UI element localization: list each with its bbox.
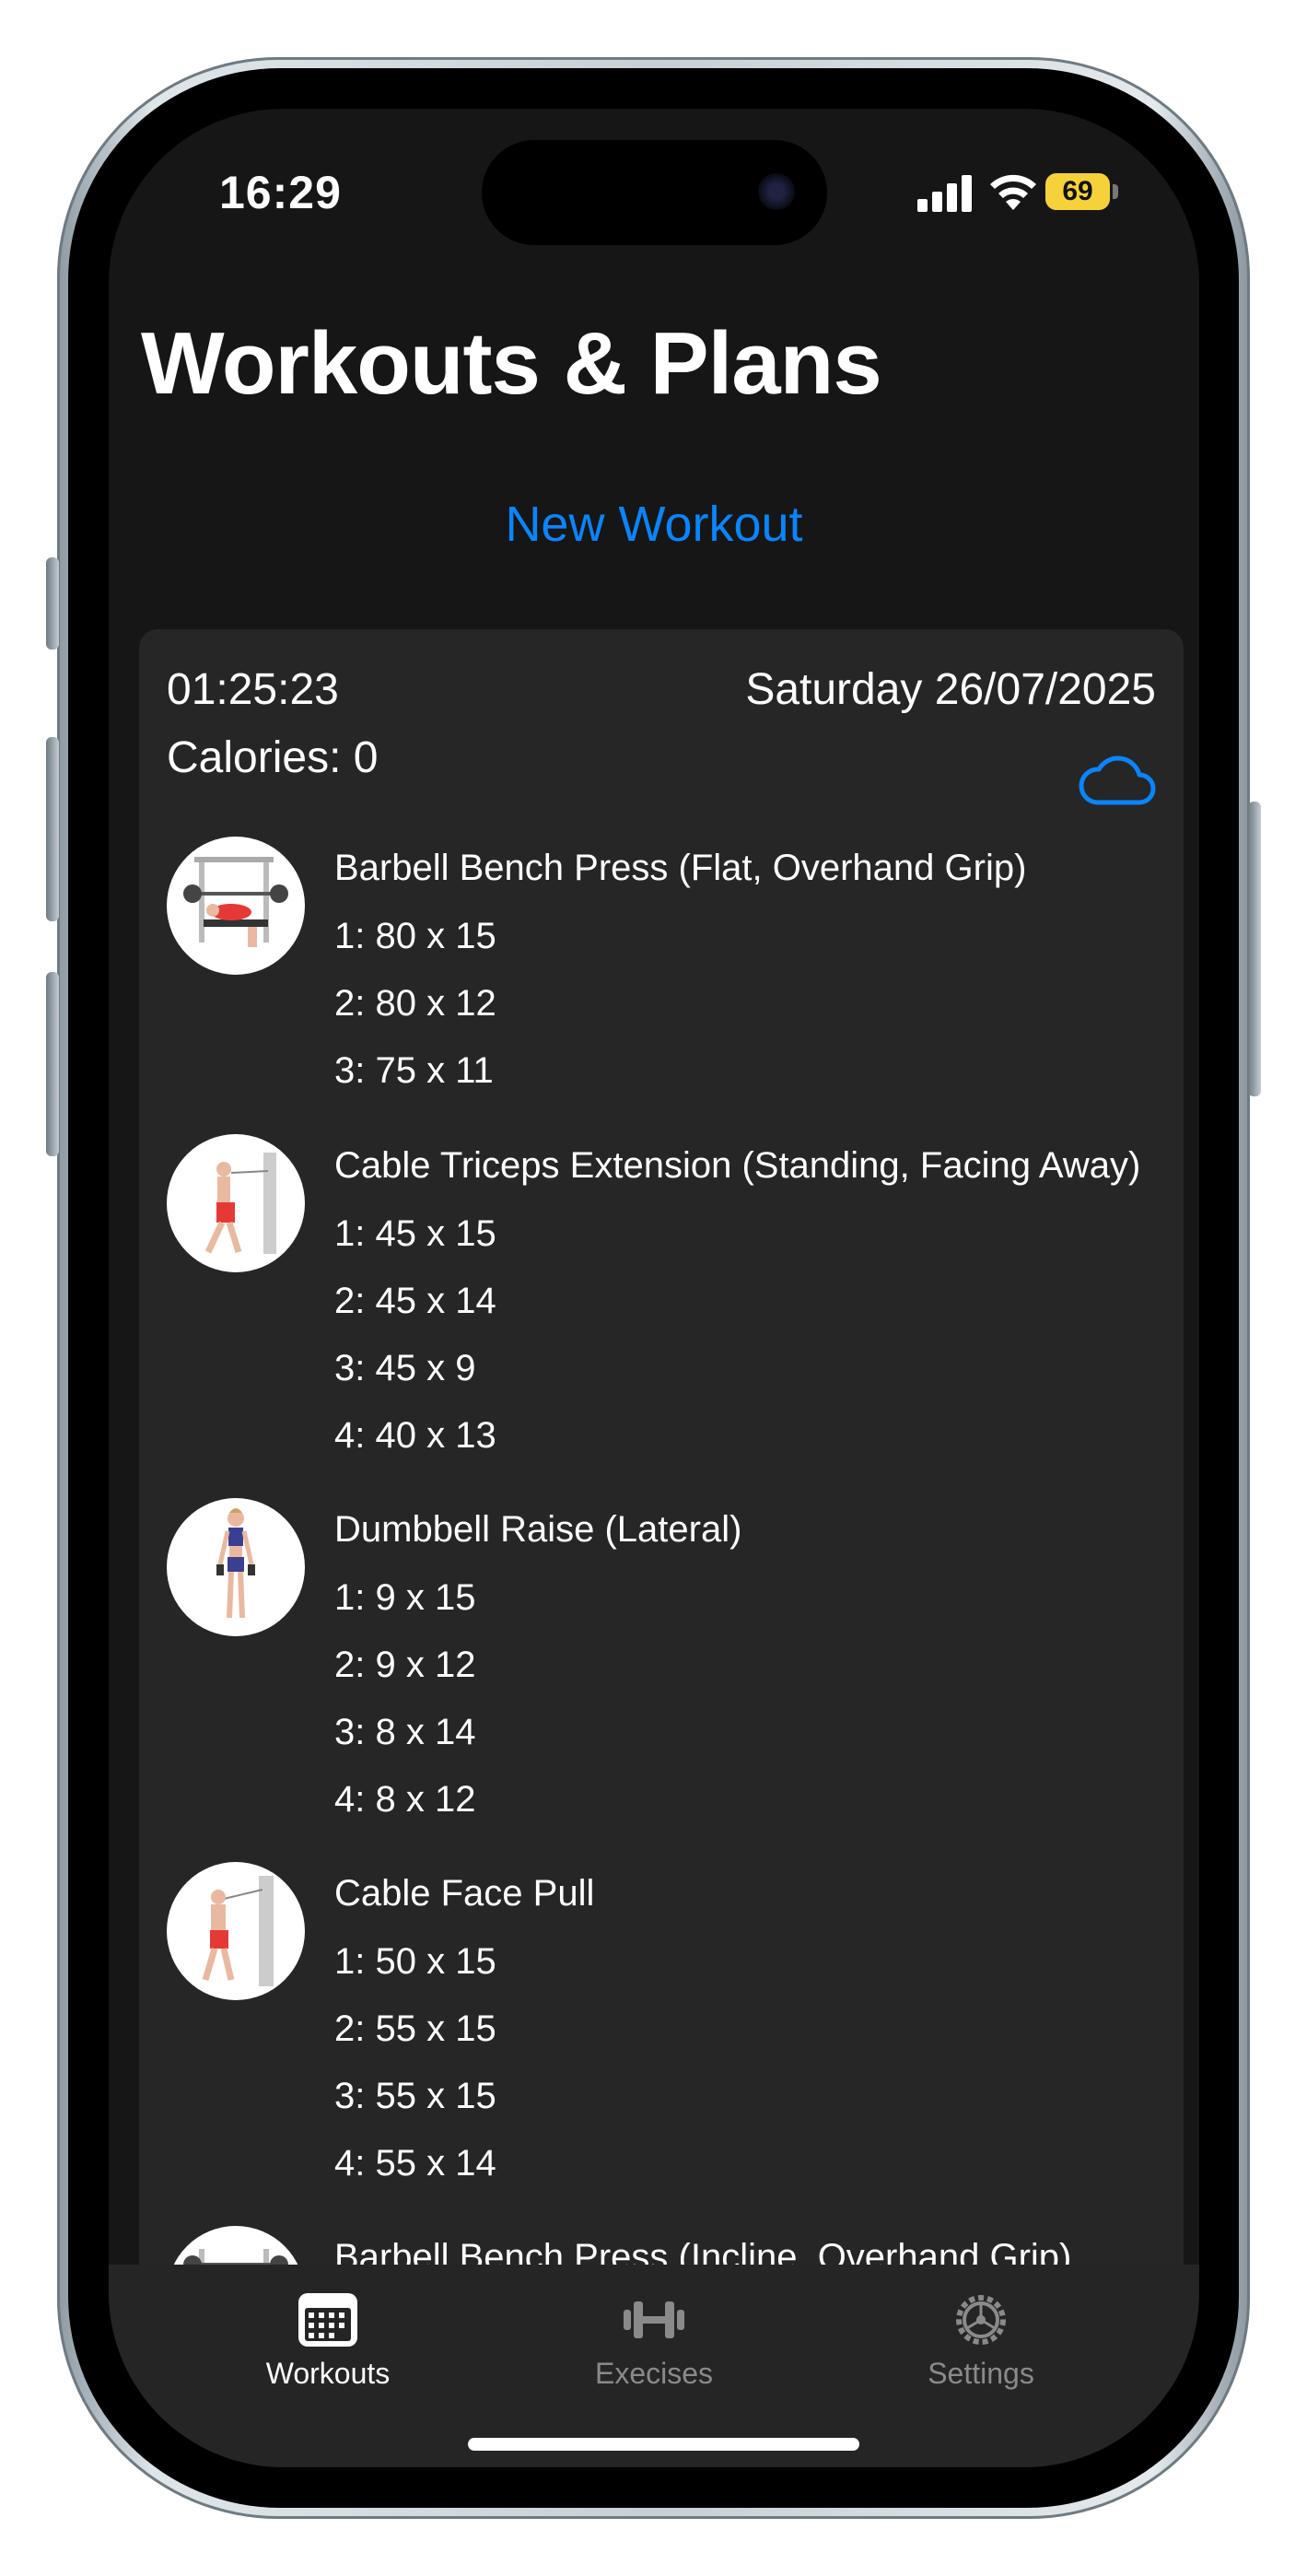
calendar-icon [298,2293,357,2347]
new-workout-button[interactable]: New Workout [109,496,1199,553]
exercise-set: 1: 80 x 15 [334,916,496,956]
home-indicator[interactable] [468,2438,859,2451]
exercise-set: 2: 80 x 12 [334,983,496,1024]
app-screen: 16:29 69 Workouts & Plans New Workout 01… [109,109,1199,2467]
dumbbell-icon [624,2301,684,2338]
gear-icon [956,2295,1006,2345]
cellular-signal-icon [917,175,972,212]
tab-label: Execises [594,2357,714,2390]
wifi-icon [990,174,1036,210]
tab-bar: Workouts Execises Settings [109,2265,1199,2467]
exercise-name: Barbell Bench Press (Flat, Overhand Grip… [334,848,1027,888]
exercise-thumbnail [167,1862,305,2000]
exercise-thumbnail [167,837,305,975]
exercise-name: Cable Triceps Extension (Standing, Facin… [334,1145,1141,1186]
exercise-set: 3: 8 x 14 [334,1712,476,1752]
camera-icon [758,173,795,210]
action-button [46,557,59,650]
volume-down-button [46,972,59,1156]
tab-settings[interactable]: Settings [843,2265,1119,2403]
exercise-set: 4: 8 x 12 [334,1779,476,1820]
cloud-icon[interactable] [1079,749,1156,808]
workout-card[interactable]: 01:25:23 Saturday 26/07/2025 Calories: 0 [139,629,1184,2389]
tab-exercises[interactable]: Execises [516,2265,792,2403]
exercise-thumbnail [167,1498,305,1636]
exercise-set: 3: 55 x 15 [334,2076,496,2116]
tab-label: Workouts [265,2357,391,2390]
exercise-set: 1: 9 x 15 [334,1577,476,1618]
battery-cap [1113,184,1118,199]
status-time: 16:29 [219,167,342,218]
exercise-set: 4: 55 x 14 [334,2143,496,2184]
exercise-set: 2: 9 x 12 [334,1645,476,1685]
workout-calories: Calories: 0 [167,733,379,782]
volume-up-button [46,737,59,921]
exercise-thumbnail [167,1134,305,1272]
exercise-set: 3: 45 x 9 [334,1348,476,1388]
battery-indicator: 69 [1045,173,1110,210]
exercise-set: 1: 50 x 15 [334,1941,496,1982]
power-button [1248,802,1261,1096]
tab-workouts[interactable]: Workouts [190,2265,466,2403]
exercise-set: 2: 45 x 14 [334,1281,496,1321]
exercise-set: 1: 45 x 15 [334,1213,496,1254]
workout-date: Saturday 26/07/2025 [745,665,1156,714]
exercise-name: Dumbbell Raise (Lateral) [334,1509,742,1550]
workout-duration: 01:25:23 [167,665,339,714]
exercise-set: 2: 55 x 15 [334,2008,496,2049]
tab-label: Settings [928,2357,1034,2390]
page-title: Workouts & Plans [141,314,882,413]
exercise-set: 3: 75 x 11 [334,1050,494,1091]
exercise-set: 4: 40 x 13 [334,1415,496,1456]
exercise-name: Cable Face Pull [334,1873,595,1914]
